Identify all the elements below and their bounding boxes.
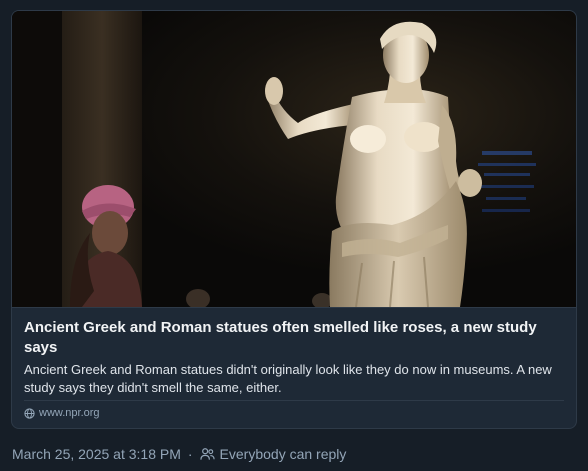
link-card-description: Ancient Greek and Roman statues didn't o… <box>24 362 552 395</box>
reply-setting-label: Everybody can reply <box>219 446 347 462</box>
link-card-domain[interactable]: www.npr.org <box>24 407 100 419</box>
meta-separator: · <box>187 446 193 462</box>
post-meta: March 25, 2025 at 3:18 PM · Everybody ca… <box>12 446 346 462</box>
domain-text: www.npr.org <box>39 407 100 419</box>
link-card-divider <box>24 400 564 401</box>
link-card-title[interactable]: Ancient Greek and Roman statues often sm… <box>24 318 564 358</box>
people-icon <box>199 448 215 460</box>
post-timestamp[interactable]: March 25, 2025 at 3:18 PM <box>12 446 181 462</box>
link-card-image[interactable] <box>12 11 576 307</box>
reply-setting[interactable]: Everybody can reply <box>199 446 347 462</box>
link-card-body[interactable]: Ancient Greek and Roman statues often sm… <box>12 307 576 428</box>
statue-photo <box>12 11 576 307</box>
globe-icon <box>24 407 35 419</box>
link-card[interactable]: Ancient Greek and Roman statues often sm… <box>11 10 577 429</box>
